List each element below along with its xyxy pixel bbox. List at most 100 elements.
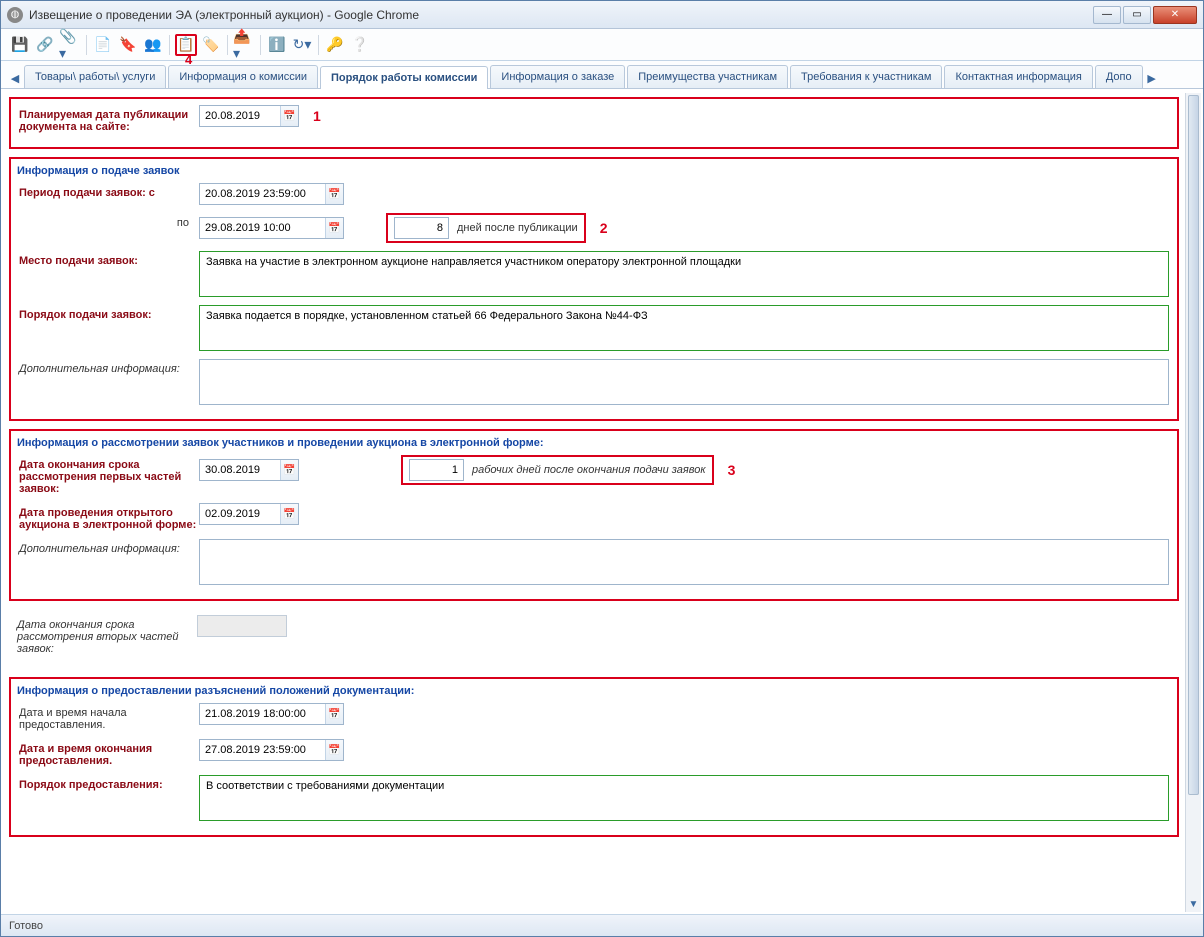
calc-icon[interactable]: 📋4 [175,34,197,56]
calendar-icon[interactable]: 📅 [325,218,343,238]
clar-order-label: Порядок предоставления: [19,775,199,791]
days-input[interactable] [394,217,449,239]
open-auc-label: Дата проведения открытого аукциона в эле… [19,503,199,531]
tab-advantages[interactable]: Преимущества участникам [627,65,788,88]
app-window: ◍ Извещение о проведении ЭА (электронный… [0,0,1204,937]
submission-title: Информация о подаче заявок [17,165,1169,177]
scroll-down-arrow[interactable]: ▼ [1186,896,1201,912]
days-highlight: дней после публикации [386,213,586,243]
review-extra-label: Дополнительная информация: [19,539,199,555]
tabs-scroll-right[interactable]: ▶ [1144,68,1160,88]
save-icon[interactable]: 💾 [9,34,31,56]
end-first-input[interactable]: 📅 [199,459,299,481]
calendar-icon[interactable]: 📅 [280,106,298,126]
calendar-icon[interactable]: 📅 [325,704,343,724]
titlebar: ◍ Извещение о проведении ЭА (электронный… [1,1,1203,29]
order-label: Порядок подачи заявок: [19,305,199,321]
status-bar: Готово [1,914,1203,936]
maximize-button[interactable]: ▭ [1123,6,1151,24]
days-after-label: дней после публикации [457,222,578,234]
tab-requirements[interactable]: Требования к участникам [790,65,942,88]
calendar-icon[interactable]: 📅 [325,740,343,760]
extra-info-textarea[interactable] [199,359,1169,405]
pub-date-field[interactable] [200,106,280,126]
end-first-label: Дата окончания срока рассмотрения первых… [19,455,199,495]
window-controls: — ▭ ✕ [1093,6,1197,24]
close-button[interactable]: ✕ [1153,6,1197,24]
clar-end-input[interactable]: 📅 [199,739,344,761]
separator [169,35,170,55]
browser-icon: ◍ [7,7,23,23]
bookmark-icon[interactable]: 🔖 [117,34,139,56]
badge-icon[interactable]: 🏷️ [200,34,222,56]
place-textarea[interactable] [199,251,1169,297]
tab-more[interactable]: Допо [1095,65,1143,88]
section-publication: Планируемая дата публикации документа на… [9,97,1179,149]
tab-order-info[interactable]: Информация о заказе [490,65,625,88]
tab-bar: ◀ Товары\ работы\ услуги Информация о ко… [1,61,1203,89]
clar-start-label: Дата и время начала предоставления. [19,703,199,731]
period-to-input[interactable]: 📅 [199,217,344,239]
window-title: Извещение о проведении ЭА (электронный а… [29,8,1093,22]
vertical-scrollbar[interactable]: ▲ ▼ [1185,93,1201,912]
section-review: Информация о рассмотрении заявок участни… [9,429,1179,601]
workdays-after-label: рабочих дней после окончания подачи заяв… [472,464,706,476]
period-from-input[interactable]: 📅 [199,183,344,205]
annotation-3: 3 [728,462,736,478]
help-icon[interactable]: ❔ [349,34,371,56]
calendar-icon[interactable]: 📅 [280,460,298,480]
pub-date-label: Планируемая дата публикации документа на… [19,105,199,133]
toolbar: 💾 🔗 📎▾ 📄 🔖 👥 📋4 🏷️ 📤▾ ℹ️ ↻▾ 🔑 ❔ [1,29,1203,61]
clar-start-input[interactable]: 📅 [199,703,344,725]
clar-end-label: Дата и время окончания предоставления. [19,739,199,767]
tab-contact[interactable]: Контактная информация [944,65,1092,88]
clarifications-title: Информация о предоставлении разъяснений … [17,685,1169,697]
clar-end-field[interactable] [200,740,325,760]
separator [318,35,319,55]
open-auc-input[interactable]: 📅 [199,503,299,525]
review-title: Информация о рассмотрении заявок участни… [17,437,1169,449]
separator [86,35,87,55]
period-from-label: Период подачи заявок: с [19,183,199,199]
tab-goods[interactable]: Товары\ работы\ услуги [24,65,166,88]
open-auc-field[interactable] [200,504,280,524]
info-icon[interactable]: ℹ️ [266,34,288,56]
link-icon[interactable]: 🔗 [34,34,56,56]
period-to-label: по [19,213,199,229]
clar-order-textarea[interactable] [199,775,1169,821]
key-icon[interactable]: 🔑 [324,34,346,56]
tabs-scroll-left[interactable]: ◀ [7,68,23,88]
calendar-icon[interactable]: 📅 [280,504,298,524]
content-area: Планируемая дата публикации документа на… [3,93,1185,912]
pub-date-input[interactable]: 📅 [199,105,299,127]
refresh-icon[interactable]: ↻▾ [291,34,313,56]
calendar-icon[interactable]: 📅 [325,184,343,204]
period-from-field[interactable] [200,184,325,204]
export-icon[interactable]: 📤▾ [233,34,255,56]
scroll-thumb[interactable] [1188,95,1199,795]
end-second-label: Дата окончания срока рассмотрения вторых… [17,615,197,655]
section-second-parts: Дата окончания срока рассмотрения вторых… [9,609,1179,669]
review-extra-textarea[interactable] [199,539,1169,585]
separator [260,35,261,55]
order-textarea[interactable] [199,305,1169,351]
section-clarifications: Информация о предоставлении разъяснений … [9,677,1179,837]
workdays-input[interactable] [409,459,464,481]
place-label: Место подачи заявок: [19,251,199,267]
minimize-button[interactable]: — [1093,6,1121,24]
annotation-1: 1 [313,108,321,124]
tab-commission-order[interactable]: Порядок работы комиссии [320,66,488,89]
section-submission: Информация о подаче заявок Период подачи… [9,157,1179,421]
annotation-2: 2 [600,220,608,236]
status-text: Готово [9,920,43,932]
clar-start-field[interactable] [200,704,325,724]
tab-commission-info[interactable]: Информация о комиссии [168,65,318,88]
document-icon[interactable]: 📄 [92,34,114,56]
extra-info-label: Дополнительная информация: [19,359,199,375]
end-second-readonly [197,615,287,637]
end-first-field[interactable] [200,460,280,480]
period-to-field[interactable] [200,218,325,238]
workdays-highlight: рабочих дней после окончания подачи заяв… [401,455,714,485]
attach-icon[interactable]: 📎▾ [59,34,81,56]
users-icon[interactable]: 👥 [142,34,164,56]
